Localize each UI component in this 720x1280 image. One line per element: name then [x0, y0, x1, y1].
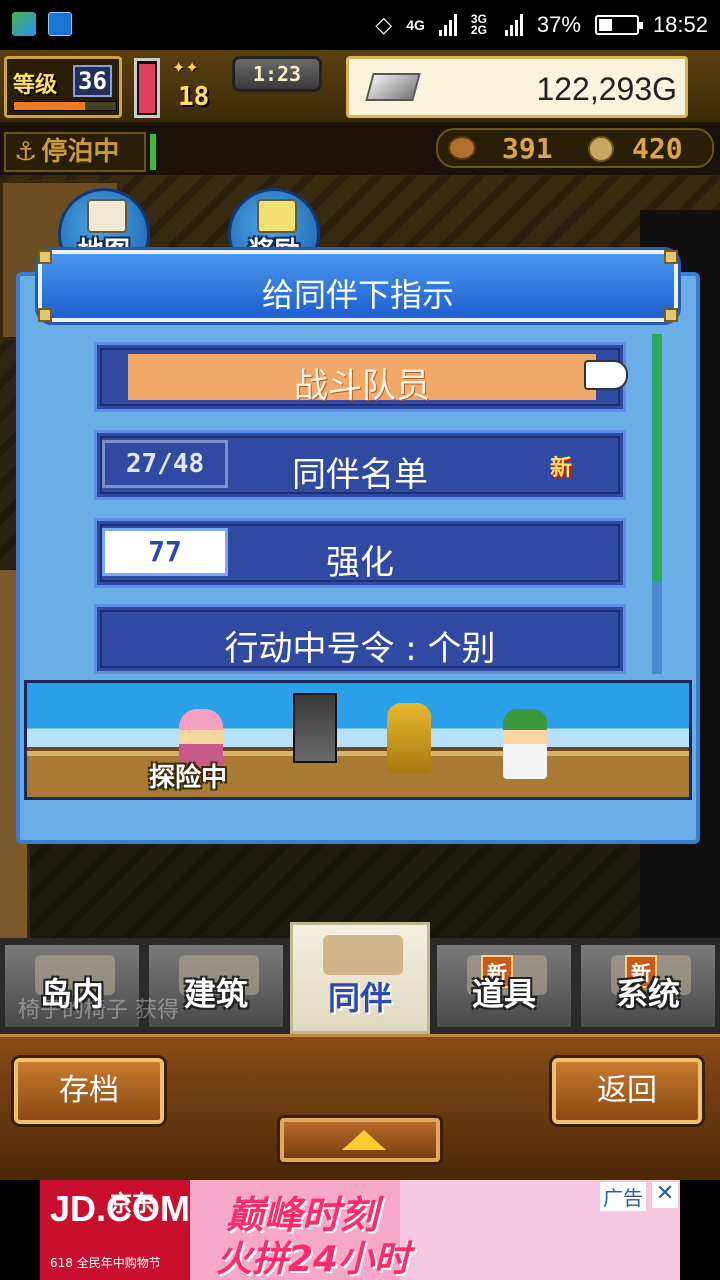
tab-items[interactable]: 新 道具	[434, 942, 574, 1030]
tab-label: 岛内	[39, 975, 104, 1013]
tab-label: 同伴	[327, 979, 392, 1017]
gold-value: 122,293G	[536, 71, 677, 107]
level-progress-bar	[13, 101, 117, 111]
header-corner-ornament	[38, 250, 52, 264]
rail	[27, 747, 689, 751]
ad-brand-cn: 京东	[110, 1192, 155, 1217]
reward-icon	[257, 199, 297, 233]
signal2-icon	[504, 14, 523, 36]
menu-item-label: 行动中号令 : 个别	[224, 629, 496, 669]
battery-percent: 37%	[536, 12, 581, 37]
tab-label: 建筑	[183, 975, 248, 1013]
upload-icon	[48, 12, 72, 36]
new-badge: 新	[550, 456, 573, 481]
wood-icon	[448, 136, 476, 160]
anchor-icon: ⚓	[14, 137, 38, 167]
ad-tagline: 火拼24小时	[216, 1239, 411, 1280]
companion-count: 27/48	[102, 440, 228, 488]
clock: 18:52	[652, 12, 708, 37]
header-corner-ornament	[38, 308, 52, 322]
scrollbar-thumb[interactable]	[652, 334, 662, 583]
resource-panel: 391 420	[436, 128, 714, 168]
dock-indicator	[150, 134, 156, 170]
pointing-hand-icon	[584, 360, 628, 390]
tab-island[interactable]: 岛内	[2, 942, 142, 1030]
ad-subtitle: 618 全民年中购物节	[50, 1256, 161, 1270]
dialog-title: 给同伴下指示	[261, 276, 454, 314]
network-label: 4G	[406, 17, 425, 33]
medal-icon	[588, 136, 614, 162]
dialog-header: 给同伴下指示	[38, 250, 678, 322]
ad-banner[interactable]: JD.COM 京东 618 全民年中购物节 巅峰时刻 火拼24小时 广告 ✕	[40, 1180, 680, 1280]
level-value: 36	[73, 65, 112, 97]
menu-item-action-order[interactable]: 行动中号令 : 个别	[94, 604, 626, 674]
expand-button[interactable]	[280, 1118, 440, 1162]
tab-companion[interactable]: 同伴	[290, 922, 430, 1034]
timer-display: 1:23	[232, 56, 322, 92]
companion-icon	[323, 935, 403, 975]
network2-label: 3G 2G	[470, 12, 487, 37]
companion-sprite	[293, 693, 337, 763]
level-panel: 等级 36	[4, 56, 122, 118]
expedition-status: 探险中	[149, 763, 228, 793]
silver-ingot-icon	[365, 73, 421, 101]
hp-gauge	[134, 58, 160, 118]
dock-status-label: 停泊中	[41, 137, 120, 167]
menu-item-highlight: 战斗队员	[128, 354, 596, 406]
tab-system[interactable]: 新 系统	[578, 942, 718, 1030]
tab-label: 系统	[615, 975, 680, 1013]
vibrate-icon: ◇	[375, 12, 393, 37]
header-corner-ornament	[664, 250, 678, 264]
tab-label: 道具	[471, 975, 536, 1013]
gold-panel: 122,293G	[346, 56, 688, 118]
dialog-scrollbar[interactable]	[652, 334, 662, 674]
expedition-banner[interactable]: 探险中	[24, 680, 692, 800]
map-icon	[87, 199, 127, 233]
stamina-icon: ✦✦	[172, 58, 199, 77]
companion-sprite	[503, 709, 547, 779]
header-corner-ornament	[664, 308, 678, 322]
bottom-tab-bar: 岛内 建筑 同伴 新 道具 新 系统	[0, 922, 720, 1034]
play-store-icon	[12, 12, 36, 36]
save-button[interactable]: 存档	[14, 1058, 164, 1124]
resource2-value: 420	[632, 132, 683, 165]
top-hud: 等级 36 ✦✦ 18 1:23 122,293G	[0, 50, 720, 125]
close-icon[interactable]: ✕	[652, 1182, 678, 1208]
tab-building[interactable]: 建筑	[146, 942, 286, 1030]
arrow-up-icon	[342, 1130, 386, 1150]
ad-label: 广告	[600, 1182, 646, 1211]
level-label: 等级	[13, 73, 58, 98]
companion-sprite	[387, 703, 431, 773]
stamina-value: 18	[178, 82, 210, 112]
back-button[interactable]: 返回	[552, 1058, 702, 1124]
status-bar: ◇ 4G 3G 2G 37% 18:52	[0, 0, 720, 50]
enhance-points: 77	[102, 528, 228, 576]
signal-icon	[438, 14, 457, 36]
dock-status: ⚓ 停泊中	[4, 132, 146, 172]
battery-icon	[594, 15, 643, 35]
resource1-value: 391	[502, 132, 553, 165]
menu-item-label: 战斗队员	[294, 366, 430, 406]
